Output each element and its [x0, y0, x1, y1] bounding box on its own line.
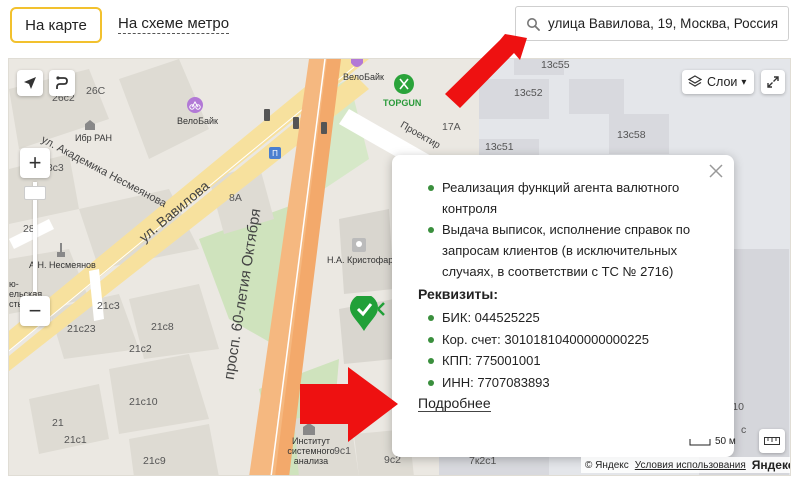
requisite-account: Кор. счет: 30101810400000000225: [416, 329, 716, 351]
plus-icon: +: [28, 150, 42, 175]
map-label-8a: 8А: [229, 192, 242, 204]
copyright-text: © Яндекс: [585, 459, 629, 471]
location-arrow-icon: [24, 77, 36, 89]
map-label-21c10: 21с10: [129, 396, 158, 408]
ruler-icon: [764, 437, 780, 445]
monument-icon: [57, 243, 65, 257]
map-label-topgun: TOPGUN: [383, 98, 422, 108]
scale-label: 50 м: [715, 436, 736, 447]
zoom-out-button[interactable]: −: [20, 296, 50, 326]
requisite-bik: БИК: 044525225: [416, 307, 716, 329]
terms-link[interactable]: Условия использования: [635, 460, 746, 471]
map-label-21c3: 21с3: [97, 300, 120, 312]
map-label-velobike-1: ВелоБайк: [177, 116, 218, 126]
service-item: Выдача выписок, исполнение справок по за…: [416, 219, 706, 282]
map-label-kristofar: Н.А. Кристофар: [327, 255, 394, 265]
map-label-21c23: 21с23: [67, 323, 96, 335]
chevron-down-icon: ▾: [741, 76, 747, 88]
map-scale: 50 м: [689, 436, 736, 447]
zoom-in-button[interactable]: +: [20, 148, 50, 178]
map-label-17a: 17А: [442, 121, 461, 133]
tab-on-map[interactable]: На карте: [10, 7, 102, 43]
requisites-list: БИК: 044525225 Кор. счет: 30101810400000…: [416, 307, 716, 393]
scissors-icon[interactable]: [393, 73, 415, 95]
tab-metro-scheme[interactable]: На схеме метро: [118, 15, 230, 34]
ruler-button[interactable]: [759, 429, 785, 453]
bike-icon[interactable]: [349, 59, 365, 71]
metro-exit-icon: П: [269, 147, 281, 159]
services-list: Реализация функций агента валютного конт…: [416, 177, 706, 282]
search-input[interactable]: [548, 16, 778, 31]
route-button[interactable]: [49, 70, 75, 96]
fullscreen-button[interactable]: [761, 70, 785, 94]
map-label-velobike-2: ВелоБайк: [343, 72, 384, 82]
layers-label: Слои: [707, 75, 738, 89]
scale-bar-icon: [689, 438, 711, 445]
tab-on-map-label: На карте: [25, 16, 87, 34]
map-label-21c1: 21с1: [64, 434, 87, 446]
requisite-kpp: КПП: 775001001: [416, 350, 716, 372]
search-icon: [527, 17, 540, 31]
map-copyright: © Яндекс Условия использования Яндекс: [581, 457, 791, 473]
bank-info-popup: Реализация функций агента валютного конт…: [392, 155, 734, 457]
map-label-13c58: 13с58: [617, 129, 646, 141]
bank-marker-icon[interactable]: [347, 296, 381, 332]
map-label-13c55: 13с55: [541, 59, 570, 71]
zoom-slider-thumb[interactable]: [24, 186, 46, 200]
map-label-26c: 26С: [86, 85, 106, 97]
requisites-title: Реквизиты:: [418, 286, 499, 302]
traffic-light-icon: [264, 109, 270, 121]
close-icon[interactable]: [708, 163, 724, 179]
map-label-21: 21: [52, 417, 64, 429]
route-icon: [56, 76, 68, 89]
map-label-13c51: 13с51: [485, 141, 514, 153]
bank-marker-icon[interactable]: [378, 302, 388, 316]
red-arrow-icon: [445, 34, 527, 108]
monument-icon: [352, 238, 366, 252]
traffic-light-icon: [293, 117, 299, 129]
expand-icon: [767, 76, 779, 88]
page: На карте На схеме метро улица Вавилова, …: [0, 0, 800, 486]
zoom-control[interactable]: + −: [20, 148, 50, 328]
requisite-inn: ИНН: 7707083893: [416, 372, 716, 394]
map-label-fragment-s: с: [741, 424, 747, 436]
bike-icon[interactable]: [186, 96, 204, 114]
search-box[interactable]: [515, 6, 789, 41]
traffic-light-icon: [321, 122, 327, 134]
map-label-21c2: 21с2: [129, 343, 152, 355]
service-item: Реализация функций агента валютного конт…: [416, 177, 706, 219]
layers-icon: [688, 75, 702, 87]
svg-text:П: П: [272, 149, 278, 158]
red-arrow-icon: [300, 367, 398, 442]
yandex-logo: Яндекс: [751, 458, 791, 472]
minus-icon: −: [28, 298, 42, 323]
locate-button[interactable]: [17, 70, 43, 96]
map-label-21c8: 21с8: [151, 321, 174, 333]
building-icon: [85, 120, 95, 130]
map-label-21c9: 21с9: [143, 455, 166, 467]
layers-button[interactable]: Слои ▾: [682, 70, 754, 94]
more-details-link[interactable]: Подробнее: [418, 395, 491, 412]
map-label-ibr: Ибр РАН: [75, 133, 113, 143]
